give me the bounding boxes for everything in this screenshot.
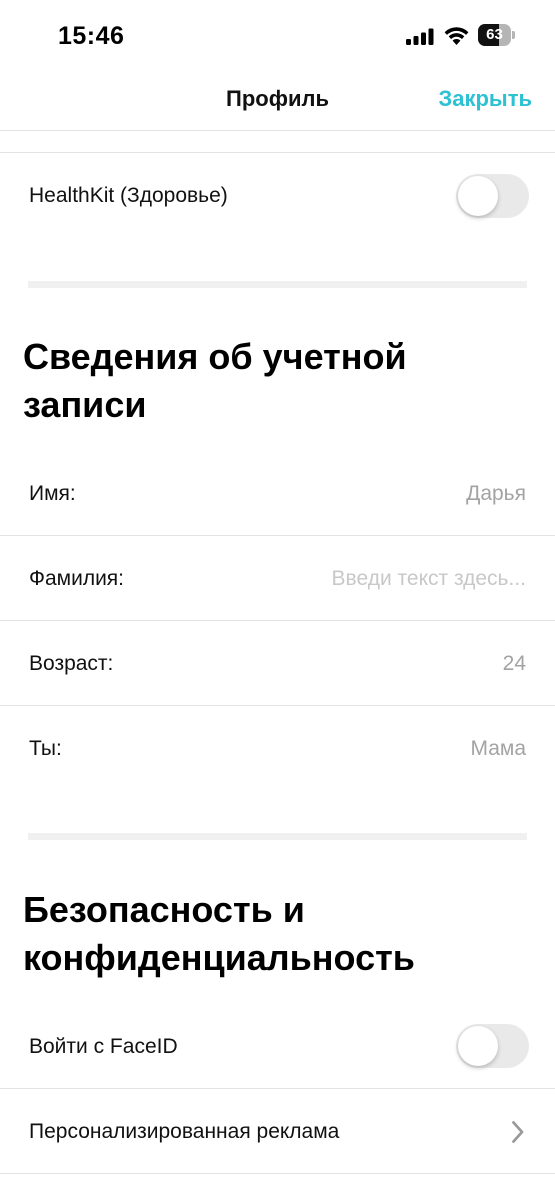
personalized-ads-row[interactable]: Персонализированная реклама — [0, 1089, 555, 1173]
status-time: 15:46 — [58, 22, 125, 50]
healthkit-label: HealthKit (Здоровье) — [29, 184, 228, 207]
healthkit-toggle[interactable] — [456, 174, 529, 218]
faceid-toggle[interactable] — [456, 1024, 529, 1068]
faceid-label: Войти с FaceID — [29, 1035, 178, 1058]
section-separator — [28, 281, 527, 288]
cellular-signal-icon — [406, 28, 434, 45]
first-name-label: Имя: — [29, 482, 76, 505]
battery-percentage: 63 — [486, 26, 503, 43]
navigation-bar: Профиль Закрыть — [0, 72, 555, 131]
faceid-row: Войти с FaceID — [0, 1004, 555, 1088]
healthkit-row: HealthKit (Здоровье) — [0, 153, 555, 241]
role-label: Ты: — [29, 737, 62, 760]
last-name-row[interactable]: Фамилия: Введи текст здесь... — [0, 536, 555, 620]
close-button[interactable]: Закрыть — [438, 86, 532, 112]
account-section-title: Сведения об учетной записи — [23, 336, 407, 425]
chevron-right-icon — [512, 1121, 524, 1143]
toggle-knob — [458, 176, 498, 216]
first-name-row[interactable]: Имя: Дарья — [0, 451, 555, 535]
battery-icon: 63 — [478, 24, 516, 46]
age-label: Возраст: — [29, 652, 114, 675]
role-value[interactable]: Мама — [470, 737, 526, 761]
first-name-value[interactable]: Дарья — [466, 482, 526, 506]
section-separator — [28, 833, 527, 840]
personalized-ads-label: Персонализированная реклама — [29, 1120, 340, 1143]
security-section-title: Безопасность и конфиденциальность — [23, 889, 415, 978]
wifi-icon — [444, 27, 469, 45]
age-row[interactable]: Возраст: 24 — [0, 621, 555, 705]
age-value[interactable]: 24 — [503, 652, 526, 676]
last-name-input[interactable]: Введи текст здесь... — [332, 567, 526, 591]
role-row[interactable]: Ты: Мама — [0, 706, 555, 790]
divider — [0, 1173, 555, 1174]
toggle-knob — [458, 1026, 498, 1066]
status-bar: 15:46 63 — [0, 0, 555, 72]
last-name-label: Фамилия: — [29, 567, 125, 590]
